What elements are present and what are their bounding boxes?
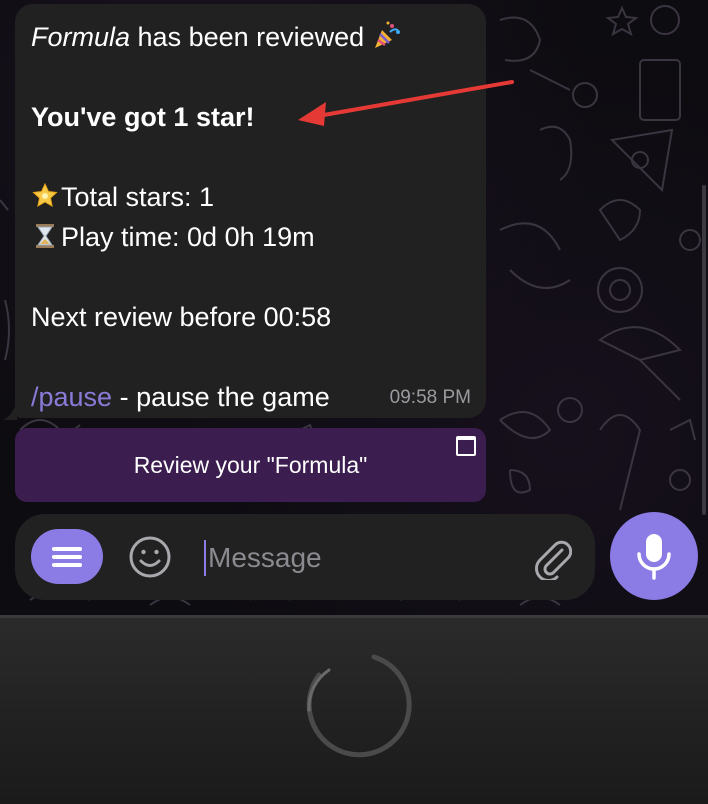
smiley-icon[interactable] <box>128 535 172 579</box>
bot-message-bubble: Formula has been reviewed You've got 1 s… <box>15 4 486 418</box>
reviewed-text: has been reviewed <box>130 22 365 52</box>
glowing-star-icon <box>32 182 58 207</box>
microphone-icon <box>637 534 671 580</box>
stars-earned-line: You've got 1 star! <box>31 102 255 132</box>
next-review-line: Next review before 00:58 <box>31 302 332 332</box>
review-game-button-label: Review your "Formula" <box>133 452 368 478</box>
chat-scrollbar[interactable] <box>702 185 706 515</box>
paperclip-icon[interactable] <box>532 536 572 580</box>
bezel-edge <box>0 615 708 618</box>
message-input[interactable] <box>206 534 510 582</box>
annotation-arrow <box>298 80 514 126</box>
home-button-icon[interactable] <box>289 640 419 770</box>
menu-icon-bar <box>52 555 82 559</box>
play-time-text: Play time: 0d 0h 19m <box>61 222 315 252</box>
game-name: Formula <box>31 22 131 52</box>
message-composer <box>15 514 595 600</box>
message-timestamp: 09:58 PM <box>389 387 471 408</box>
total-stars-line: Total stars: 1 <box>31 177 214 217</box>
pause-text: - pause the game <box>112 382 330 412</box>
pause-command-link[interactable]: /pause <box>31 382 112 412</box>
menu-icon <box>52 547 82 551</box>
web-app-window-icon <box>456 436 476 456</box>
bot-menu-button[interactable] <box>31 529 103 584</box>
party-popper-icon <box>374 21 400 48</box>
voice-message-button[interactable] <box>610 512 698 600</box>
pause-line: /pause - pause the game <box>31 377 330 417</box>
hourglass-icon <box>36 224 54 248</box>
play-time-line: Play time: 0d 0h 19m <box>31 217 315 257</box>
review-game-button[interactable]: Review your "Formula" <box>15 428 486 502</box>
reviewed-line: Formula has been reviewed <box>31 17 404 57</box>
menu-icon-bar <box>52 563 82 567</box>
total-stars-text: Total stars: 1 <box>61 182 215 212</box>
